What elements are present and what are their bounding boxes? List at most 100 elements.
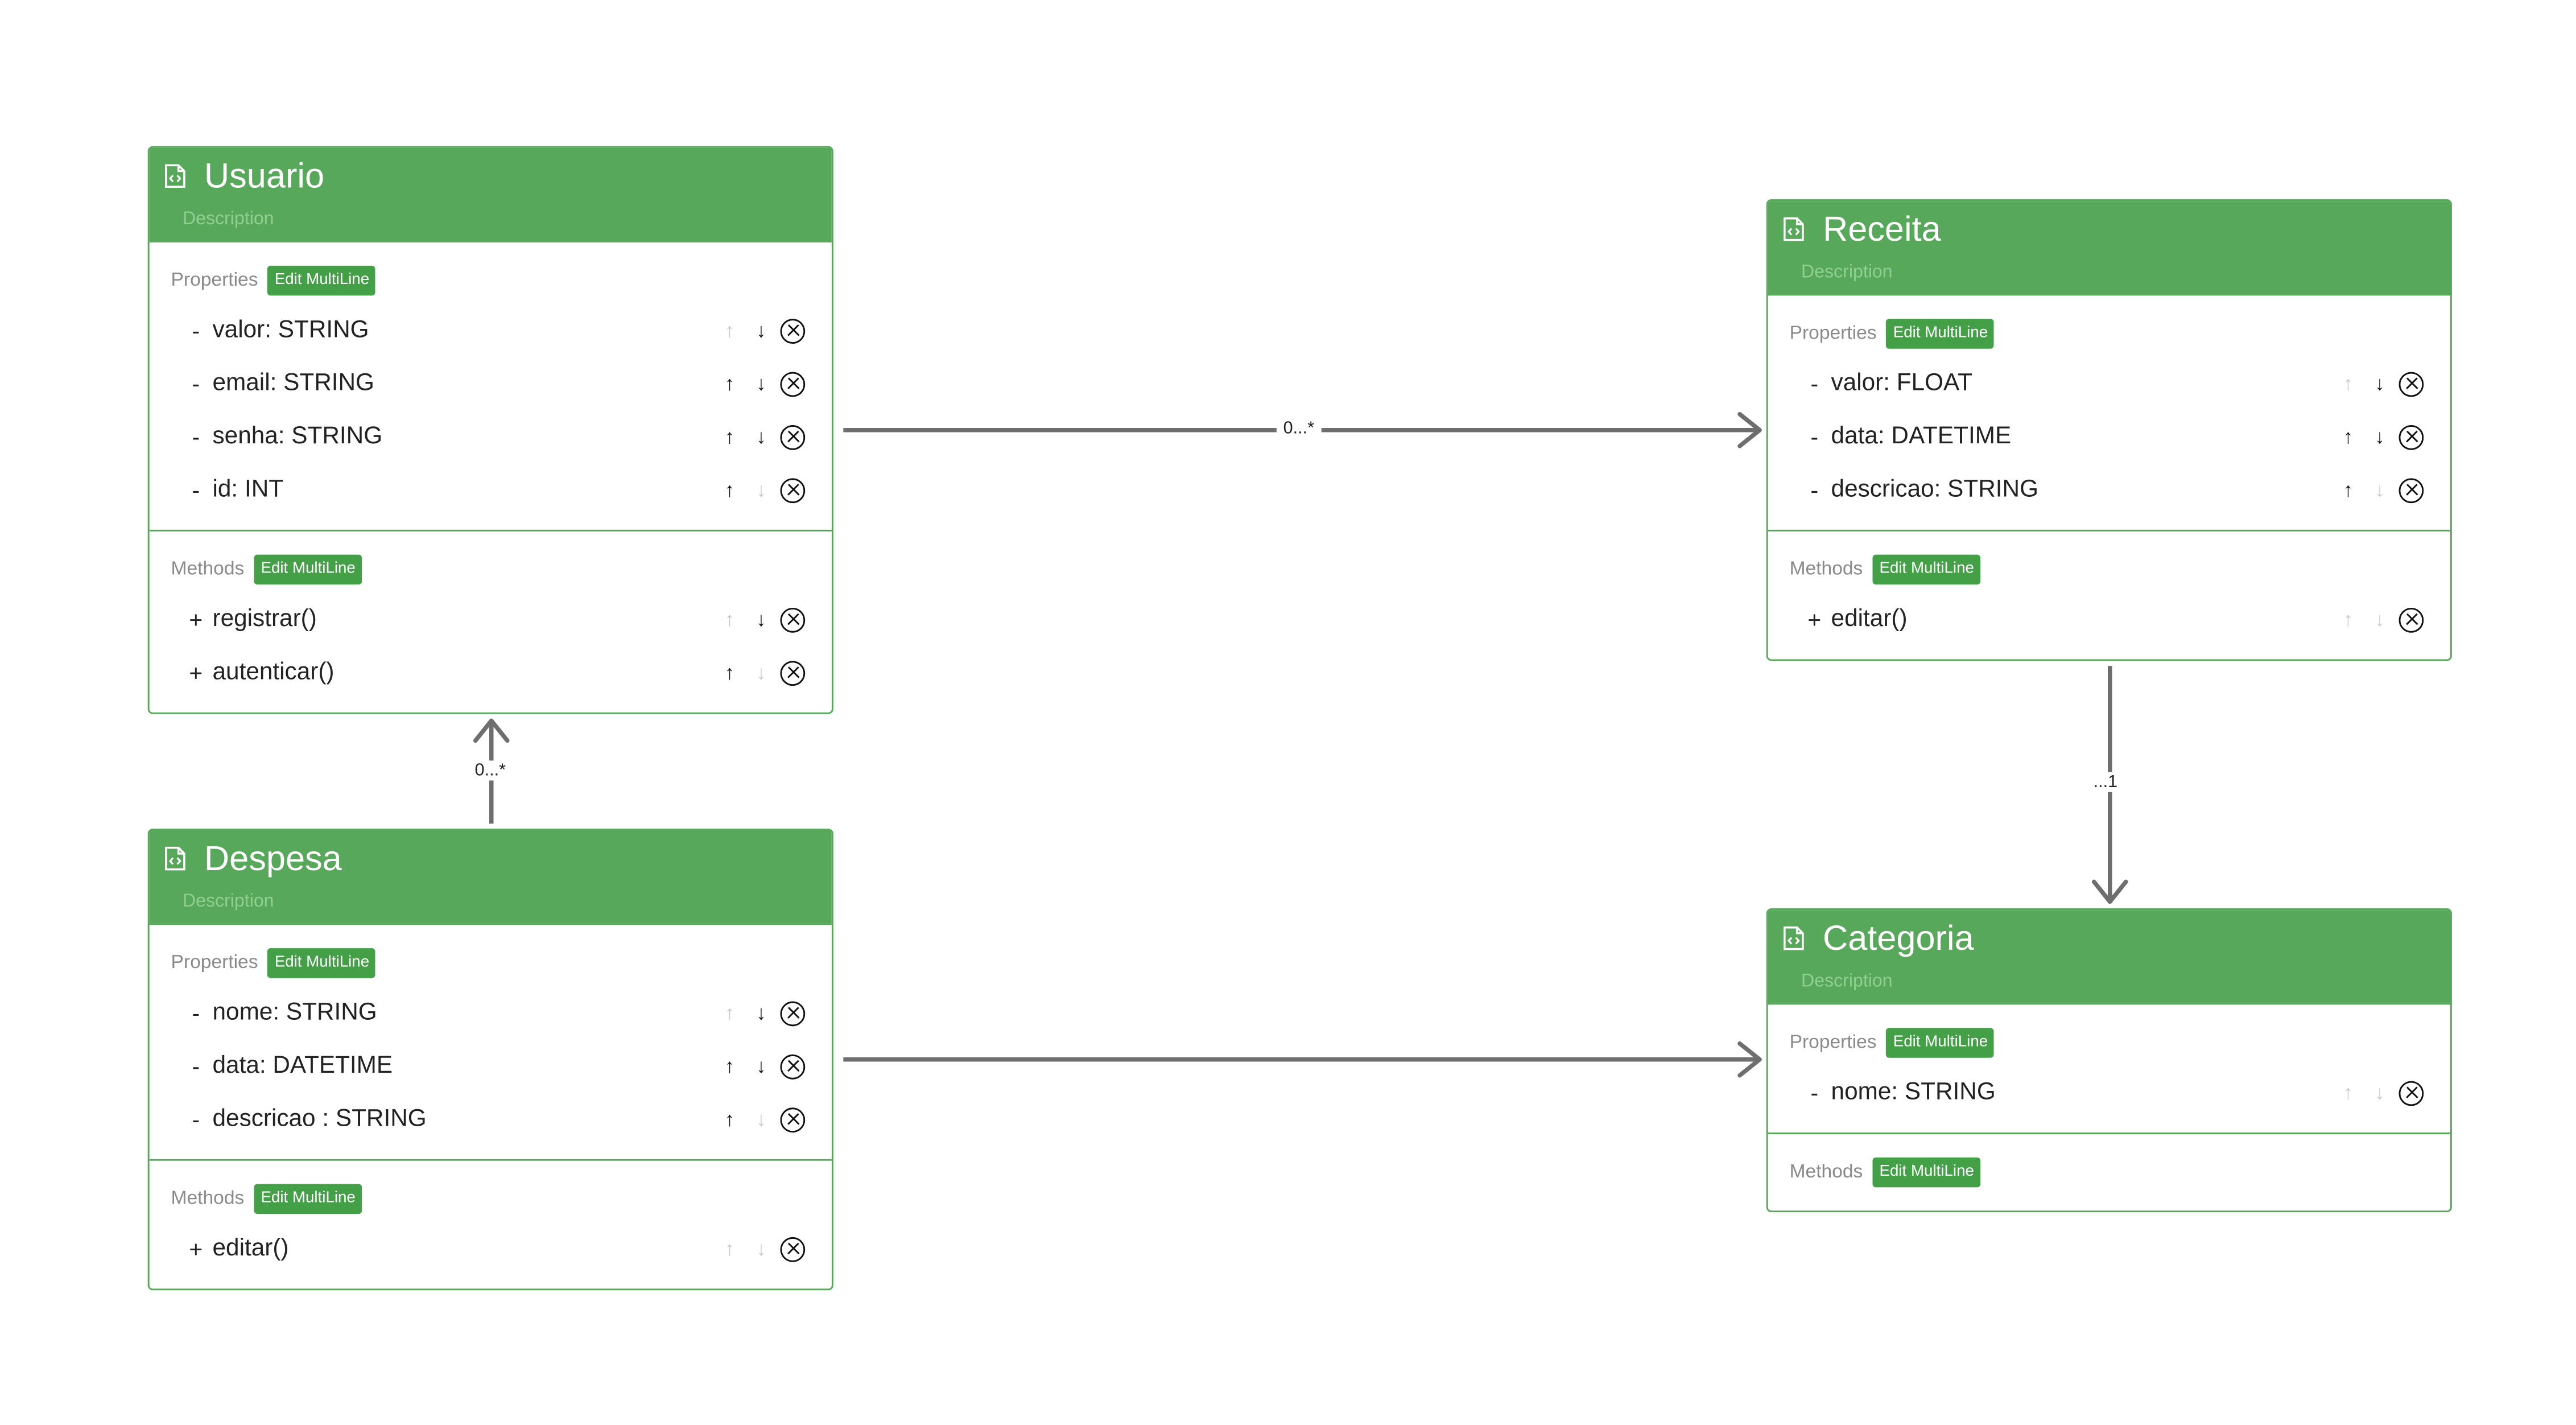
properties-section: Properties Edit MultiLine - nome: STRING ↑ ↓ xyxy=(1768,1003,2450,1132)
arrow-up-icon[interactable]: ↑ xyxy=(714,425,745,448)
arrow-up-icon[interactable]: ↑ xyxy=(2333,372,2364,396)
row-controls: ↑ ↓ xyxy=(2333,463,2424,516)
circle-x-icon[interactable] xyxy=(780,318,806,343)
arrow-up-icon[interactable]: ↑ xyxy=(714,319,745,342)
arrow-down-icon[interactable]: ↓ xyxy=(745,372,777,396)
arrow-up-icon[interactable]: ↑ xyxy=(714,372,745,396)
class-title[interactable]: Receita xyxy=(1823,211,1941,251)
arrow-up-icon[interactable]: ↑ xyxy=(714,1107,745,1131)
class-description[interactable]: Description xyxy=(1801,971,1893,991)
property-row: - data: DATETIME ↑ ↓ xyxy=(150,1040,832,1093)
arrow-down-icon[interactable]: ↓ xyxy=(2364,425,2395,448)
arrow-down-icon[interactable]: ↓ xyxy=(745,425,777,448)
arrow-down-icon[interactable]: ↓ xyxy=(2364,478,2395,501)
property-text[interactable]: email: STRING xyxy=(213,370,375,397)
arrow-down-icon[interactable]: ↓ xyxy=(2364,1081,2395,1105)
class-header: Despesa Description xyxy=(149,830,832,924)
arrow-down-icon[interactable]: ↓ xyxy=(745,661,777,684)
row-controls: ↑ ↓ xyxy=(714,593,806,646)
circle-x-icon[interactable] xyxy=(780,424,806,450)
file-code-icon xyxy=(1784,926,1804,950)
property-text[interactable]: nome: STRING xyxy=(213,1000,377,1027)
visibility-marker: - xyxy=(192,476,200,504)
class-title[interactable]: Categoria xyxy=(1823,920,1974,960)
arrow-down-icon[interactable]: ↓ xyxy=(745,608,777,631)
method-text[interactable]: autenticar() xyxy=(213,659,335,686)
circle-x-icon[interactable] xyxy=(2399,424,2424,450)
properties-section: Properties Edit MultiLine - valor: STRING ↑ ↓… xyxy=(149,241,832,530)
visibility-marker: - xyxy=(192,370,200,397)
circle-x-icon[interactable] xyxy=(2399,371,2424,396)
edit-multiline-button[interactable]: Edit MultiLine xyxy=(254,554,362,585)
circle-x-icon[interactable] xyxy=(780,1053,806,1079)
arrow-up-icon[interactable]: ↑ xyxy=(2333,1081,2364,1105)
arrow-down-icon[interactable]: ↓ xyxy=(2364,608,2395,631)
arrow-up-icon[interactable]: ↑ xyxy=(714,1055,745,1078)
circle-x-icon[interactable] xyxy=(780,1106,806,1132)
methods-label: Methods xyxy=(1789,559,1863,580)
edit-multiline-button[interactable]: Edit MultiLine xyxy=(1872,554,1981,585)
property-text[interactable]: senha: STRING xyxy=(213,423,383,450)
arrow-up-icon[interactable]: ↑ xyxy=(714,608,745,631)
circle-x-icon[interactable] xyxy=(780,1236,806,1262)
class-description[interactable]: Description xyxy=(1801,262,1893,282)
arrow-up-icon[interactable]: ↑ xyxy=(2333,608,2364,631)
arrow-up-icon[interactable]: ↑ xyxy=(714,478,745,501)
properties-header: Properties Edit MultiLine xyxy=(1768,1028,2450,1058)
method-text[interactable]: editar() xyxy=(1831,606,1908,633)
property-row: - valor: STRING ↑ ↓ xyxy=(150,304,832,357)
properties-header: Properties Edit MultiLine xyxy=(1768,319,2450,349)
circle-x-icon[interactable] xyxy=(2399,477,2424,503)
circle-x-icon[interactable] xyxy=(2399,1080,2424,1105)
visibility-marker: + xyxy=(189,1235,203,1262)
method-row: + editar() ↑ ↓ xyxy=(150,1222,832,1275)
visibility-marker: - xyxy=(192,317,200,344)
arrow-up-icon[interactable]: ↑ xyxy=(714,661,745,684)
class-title[interactable]: Usuario xyxy=(204,158,324,197)
row-controls: ↑ ↓ xyxy=(714,1093,806,1146)
edit-multiline-button[interactable]: Edit MultiLine xyxy=(268,265,376,296)
method-text[interactable]: editar() xyxy=(213,1235,289,1262)
arrow-down-icon[interactable]: ↓ xyxy=(745,478,777,501)
property-text[interactable]: data: DATETIME xyxy=(213,1053,393,1080)
circle-x-icon[interactable] xyxy=(780,607,806,632)
edit-multiline-button[interactable]: Edit MultiLine xyxy=(1886,1028,1995,1058)
methods-label: Methods xyxy=(1789,1162,1863,1183)
property-text[interactable]: descricao : STRING xyxy=(213,1106,427,1132)
circle-x-icon[interactable] xyxy=(2399,607,2424,632)
property-text[interactable]: id: INT xyxy=(213,476,284,503)
property-text[interactable]: data: DATETIME xyxy=(1831,423,2012,450)
method-row: + registrar() ↑ ↓ xyxy=(150,593,832,646)
edit-multiline-button[interactable]: Edit MultiLine xyxy=(268,948,376,978)
edit-multiline-button[interactable]: Edit MultiLine xyxy=(1886,319,1995,349)
arrow-down-icon[interactable]: ↓ xyxy=(745,319,777,342)
edit-multiline-button[interactable]: Edit MultiLine xyxy=(1872,1157,1981,1188)
circle-x-icon[interactable] xyxy=(780,371,806,396)
arrow-up-icon[interactable]: ↑ xyxy=(2333,478,2364,501)
class-usuario: Usuario Description Properties Edit MultiLi… xyxy=(147,146,833,714)
arrow-up-icon[interactable]: ↑ xyxy=(714,1002,745,1025)
method-text[interactable]: registrar() xyxy=(213,606,317,633)
methods-section: Methods Edit MultiLine xyxy=(1768,1132,2450,1210)
arrow-up-icon[interactable]: ↑ xyxy=(2333,425,2364,448)
property-text[interactable]: valor: FLOAT xyxy=(1831,370,1972,397)
arrow-down-icon[interactable]: ↓ xyxy=(745,1055,777,1078)
class-description[interactable]: Description xyxy=(183,892,274,912)
arrow-down-icon[interactable]: ↓ xyxy=(745,1107,777,1131)
property-text[interactable]: valor: STRING xyxy=(213,317,369,344)
arrow-down-icon[interactable]: ↓ xyxy=(745,1002,777,1025)
class-description[interactable]: Description xyxy=(183,209,274,229)
arrow-down-icon[interactable]: ↓ xyxy=(2364,372,2395,396)
diagram-canvas: Usuario Description Properties Edit MultiLi… xyxy=(0,0,2576,1425)
property-text[interactable]: descricao: STRING xyxy=(1831,476,2038,503)
circle-x-icon[interactable] xyxy=(780,1000,806,1025)
class-title[interactable]: Despesa xyxy=(204,841,342,880)
arrow-up-icon[interactable]: ↑ xyxy=(714,1237,745,1261)
circle-x-icon[interactable] xyxy=(780,477,806,503)
property-text[interactable]: nome: STRING xyxy=(1831,1080,1996,1106)
circle-x-icon[interactable] xyxy=(780,660,806,685)
arrow-down-icon[interactable]: ↓ xyxy=(745,1237,777,1261)
row-controls: ↑ ↓ xyxy=(2333,357,2424,410)
properties-section: Properties Edit MultiLine - valor: FLOAT ↑ ↓ -… xyxy=(1768,294,2450,529)
edit-multiline-button[interactable]: Edit MultiLine xyxy=(254,1184,362,1214)
